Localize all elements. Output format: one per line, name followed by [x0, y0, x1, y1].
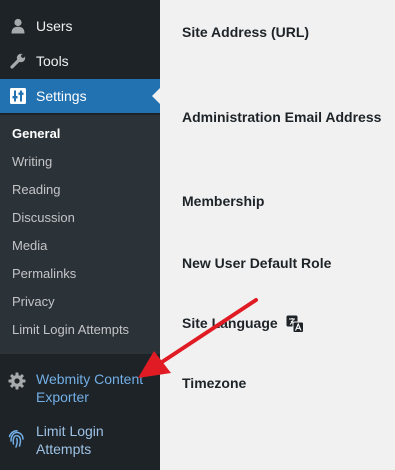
wrench-icon — [9, 52, 27, 70]
menu-item-settings[interactable]: Settings — [0, 79, 160, 113]
field-label-membership: Membership — [182, 193, 265, 209]
active-menu-pointer — [152, 88, 160, 104]
menu-item-users[interactable]: Users — [0, 12, 160, 40]
submenu-item-writing[interactable]: Writing — [12, 154, 52, 169]
webmity-label-line-1: Webmity Content — [36, 371, 144, 387]
admin-sidebar: Users Tools Settings General Writing Rea… — [0, 0, 160, 470]
user-icon — [9, 17, 27, 35]
menu-item-tools[interactable]: Tools — [0, 47, 160, 75]
field-label-admin-email: Administration Email Address — [182, 109, 382, 125]
submenu-item-limit-login-attempts[interactable]: Limit Login Attempts — [12, 322, 129, 337]
webmity-content-exporter-label: Webmity Content Exporter — [36, 370, 156, 406]
menu-item-limit-login-attempts-plugin[interactable]: Limit Login Attempts — [0, 422, 160, 460]
menu-item-users-label: Users — [36, 18, 73, 34]
submenu-item-general[interactable]: General — [12, 126, 60, 141]
site-language-text: Site Language — [182, 315, 278, 331]
field-label-timezone: Timezone — [182, 375, 247, 391]
webmity-label-line-2: Exporter — [36, 389, 89, 405]
submenu-item-permalinks[interactable]: Permalinks — [12, 266, 76, 281]
field-label-site-address: Site Address (URL) — [182, 24, 310, 40]
menu-icon-partial — [9, 0, 27, 2]
field-label-site-language: Site Language — [182, 315, 304, 334]
limit-login-label-line-2: Attempts — [36, 441, 92, 457]
fingerprint-icon — [8, 430, 24, 448]
menu-item-webmity-content-exporter[interactable]: Webmity Content Exporter — [0, 370, 160, 408]
submenu-item-media[interactable]: Media — [12, 238, 47, 253]
settings-sliders-icon — [9, 87, 27, 105]
limit-login-label-line-1: Limit Login — [36, 423, 104, 439]
gear-icon — [8, 372, 26, 390]
menu-item-settings-label: Settings — [36, 88, 87, 104]
translation-icon[interactable] — [286, 315, 304, 334]
settings-submenu: General Writing Reading Discussion Media… — [0, 115, 160, 354]
limit-login-attempts-plugin-label: Limit Login Attempts — [36, 422, 156, 458]
submenu-item-reading[interactable]: Reading — [12, 182, 60, 197]
submenu-item-discussion[interactable]: Discussion — [12, 210, 75, 225]
menu-item-tools-label: Tools — [36, 53, 69, 69]
field-label-new-user-default-role: New User Default Role — [182, 255, 332, 271]
settings-form: Site Address (URL) Administration Email … — [160, 0, 395, 470]
submenu-item-privacy[interactable]: Privacy — [12, 294, 55, 309]
